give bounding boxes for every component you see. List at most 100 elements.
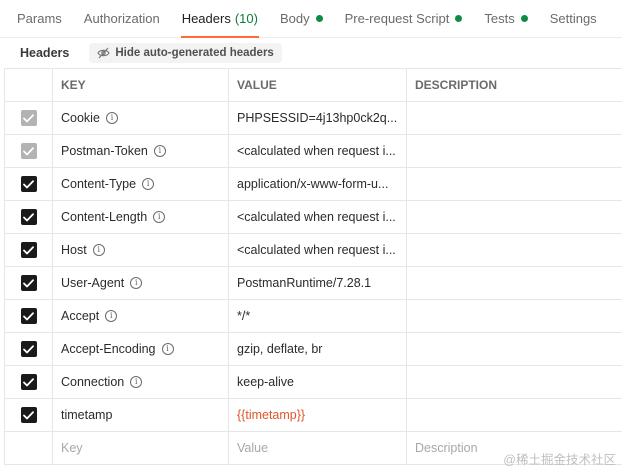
new-key-input[interactable]: Key [52, 431, 229, 465]
header-value-cell[interactable]: <calculated when request i... [228, 233, 407, 267]
header-key-cell[interactable]: Content-Type i [52, 167, 229, 201]
tab-status-dot [315, 14, 323, 22]
row-checkbox[interactable] [20, 242, 37, 258]
tab-status-dot [520, 14, 528, 22]
header-key-cell[interactable]: Accept i [52, 299, 229, 333]
info-icon[interactable]: i [105, 310, 118, 322]
info-icon[interactable]: i [153, 145, 166, 157]
tab-authorization[interactable]: Authorization [73, 0, 171, 37]
header-key-wrapper: User-Agent i [61, 276, 220, 290]
tab-count-badge: (10) [234, 10, 258, 26]
row-checkbox-cell [4, 365, 53, 399]
header-value-cell[interactable]: PHPSESSID=4j13hp0ck2q... [228, 101, 407, 135]
header-value: <calculated when request i... [237, 243, 396, 257]
header-description-cell[interactable] [406, 233, 622, 267]
header-value: PHPSESSID=4j13hp0ck2q... [237, 111, 398, 125]
row-checkbox[interactable] [20, 275, 37, 291]
row-checkbox-cell [4, 299, 53, 333]
info-icon[interactable]: i [130, 277, 143, 289]
header-description-cell[interactable] [406, 398, 622, 432]
tab-tests[interactable]: Tests [473, 0, 538, 37]
table-row: User-Agent i PostmanRuntime/7.28.1 [4, 266, 622, 300]
tab-label: Settings [549, 10, 597, 26]
info-icon[interactable]: i [142, 178, 155, 190]
header-value-cell[interactable]: <calculated when request i... [228, 200, 407, 234]
tab-params[interactable]: Params [6, 0, 73, 37]
header-key: User-Agent [61, 276, 125, 290]
info-icon[interactable]: i [161, 343, 174, 355]
header-key-wrapper: Accept i [61, 309, 220, 323]
headers-section-title: Headers [20, 46, 70, 60]
row-checkbox[interactable] [20, 407, 37, 423]
table-row: Accept-Encoding i gzip, deflate, br [4, 332, 622, 366]
check-icon [23, 212, 34, 221]
header-description-cell[interactable] [406, 134, 622, 168]
info-icon[interactable]: i [153, 211, 166, 223]
check-icon [23, 113, 34, 122]
header-description-cell[interactable] [406, 332, 622, 366]
row-checkbox[interactable] [20, 209, 37, 225]
hide-auto-generated-headers-button[interactable]: Hide auto-generated headers [89, 43, 282, 63]
info-icon[interactable]: i [130, 376, 143, 388]
header-key-cell[interactable]: Host i [52, 233, 229, 267]
row-checkbox[interactable] [20, 143, 37, 159]
row-checkbox[interactable] [20, 308, 37, 324]
header-value: PostmanRuntime/7.28.1 [237, 276, 372, 290]
tab-status-dot [455, 14, 463, 22]
header-key-wrapper: Connection i [61, 375, 220, 389]
info-icon[interactable]: i [92, 244, 105, 256]
eye-off-icon [97, 47, 111, 59]
header-key-cell[interactable]: timetamp [52, 398, 229, 432]
row-checkbox-cell [4, 167, 53, 201]
column-header-key: KEY [52, 68, 229, 102]
check-icon [23, 377, 34, 386]
header-value-cell[interactable]: PostmanRuntime/7.28.1 [228, 266, 407, 300]
header-key-cell[interactable]: Postman-Token i [52, 134, 229, 168]
header-key: Accept [61, 309, 100, 323]
table-row: Accept i */* [4, 299, 622, 333]
header-value-cell[interactable]: application/x-www-form-u... [228, 167, 407, 201]
header-key-cell[interactable]: Content-Length i [52, 200, 229, 234]
header-key: Postman-Token [61, 144, 148, 158]
check-icon [23, 245, 34, 254]
header-description-cell[interactable] [406, 167, 622, 201]
header-description-cell[interactable] [406, 266, 622, 300]
header-key: Host [61, 243, 87, 257]
tab-settings[interactable]: Settings [539, 0, 608, 37]
check-icon [23, 410, 34, 419]
header-value-cell[interactable]: gzip, deflate, br [228, 332, 407, 366]
column-header-value: VALUE [228, 68, 407, 102]
header-value-cell[interactable]: {{timetamp}} [228, 398, 407, 432]
row-checkbox[interactable] [20, 110, 37, 126]
header-key-cell[interactable]: Cookie i [52, 101, 229, 135]
row-checkbox[interactable] [20, 341, 37, 357]
header-key-wrapper: Cookie i [61, 111, 220, 125]
info-icon[interactable]: i [105, 112, 118, 124]
table-row: Cookie i PHPSESSID=4j13hp0ck2q... [4, 101, 622, 135]
header-value: <calculated when request i... [237, 210, 396, 224]
row-checkbox-cell [4, 332, 53, 366]
hide-auto-generated-headers-label: Hide auto-generated headers [115, 47, 274, 59]
row-checkbox[interactable] [20, 176, 37, 192]
check-icon [23, 278, 34, 287]
header-key-cell[interactable]: Accept-Encoding i [52, 332, 229, 366]
request-tabs: Params Authorization Headers (10) Body Pre-re… [0, 0, 622, 38]
row-checkbox-cell [4, 101, 53, 135]
header-description-cell[interactable] [406, 101, 622, 135]
row-checkbox[interactable] [20, 374, 37, 390]
new-value-input[interactable]: Value [228, 431, 407, 465]
header-description-cell[interactable] [406, 299, 622, 333]
watermark: @稀土掘金技术社区 [503, 453, 616, 467]
header-key-cell[interactable]: User-Agent i [52, 266, 229, 300]
header-key-cell[interactable]: Connection i [52, 365, 229, 399]
tab-pre-request-script[interactable]: Pre-request Script [334, 0, 474, 37]
tab-headers[interactable]: Headers (10) [171, 0, 269, 38]
header-description-cell[interactable] [406, 200, 622, 234]
header-description-cell[interactable] [406, 365, 622, 399]
header-value-cell[interactable]: */* [228, 299, 407, 333]
header-value-variable: {{timetamp}} [237, 408, 306, 422]
tab-body[interactable]: Body [269, 0, 334, 37]
header-value-cell[interactable]: <calculated when request i... [228, 134, 407, 168]
header-value: <calculated when request i... [237, 144, 396, 158]
header-value-cell[interactable]: keep-alive [228, 365, 407, 399]
